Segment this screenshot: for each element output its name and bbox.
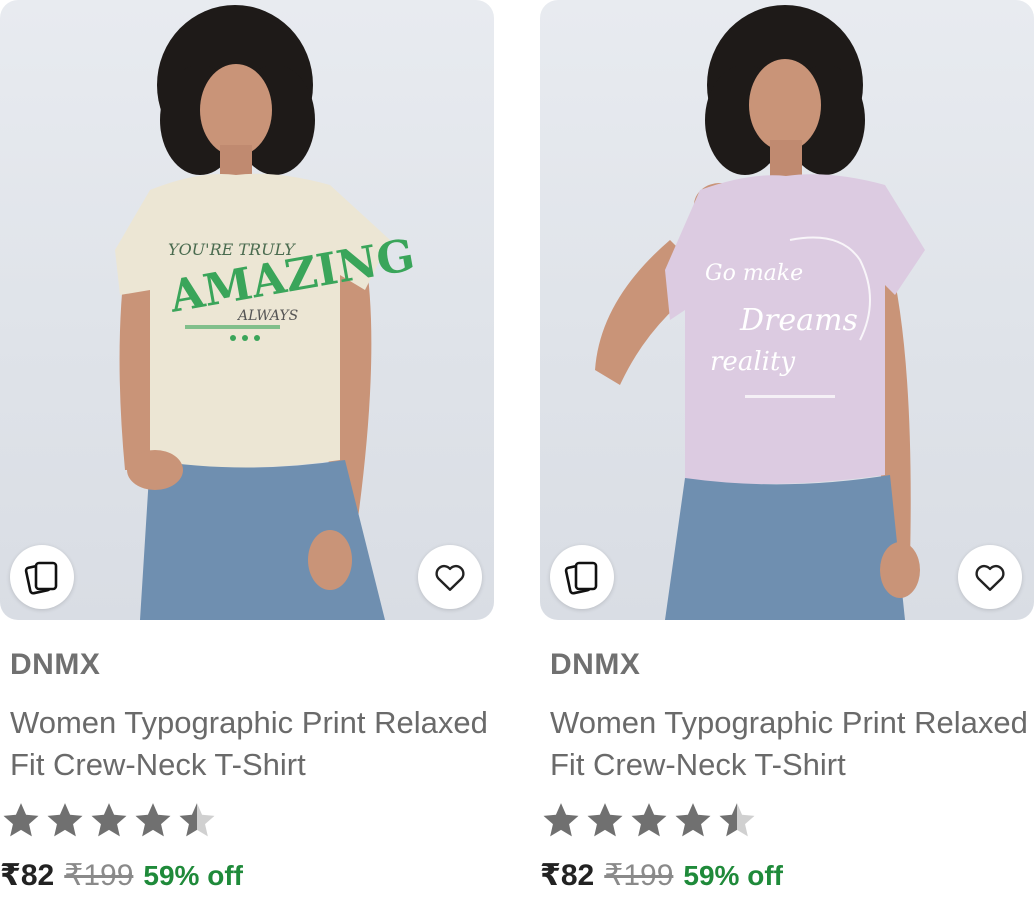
star-icon <box>543 803 579 837</box>
wishlist-button[interactable] <box>418 545 482 609</box>
similar-products-button[interactable] <box>550 545 614 609</box>
model-photo: YOU'RE TRULY AMAZING ALWAYS <box>115 5 418 620</box>
svg-text:Go make: Go make <box>705 261 803 286</box>
model-photo: Go make Dreams reality <box>595 5 925 620</box>
price-row: ₹82 ₹199 59% off <box>0 858 243 893</box>
svg-text:reality: reality <box>710 347 795 377</box>
selling-price: ₹82 <box>540 859 595 892</box>
star-icon <box>47 803 83 837</box>
product-image[interactable]: YOU'RE TRULY AMAZING ALWAYS <box>0 0 494 620</box>
original-price: ₹199 <box>64 859 134 892</box>
similar-products-button[interactable] <box>10 545 74 609</box>
selling-price: ₹82 <box>0 859 55 892</box>
product-image[interactable]: Go make Dreams reality <box>540 0 1034 620</box>
discount-label: 59% off <box>143 860 243 891</box>
product-card[interactable]: Go make Dreams reality DNMX Women Typogr… <box>540 0 1034 915</box>
discount-label: 59% off <box>683 860 783 891</box>
product-title[interactable]: Women Typographic Print Relaxed Fit Crew… <box>10 702 494 786</box>
wishlist-button[interactable] <box>958 545 1022 609</box>
star-icon <box>631 803 667 837</box>
price-row: ₹82 ₹199 59% off <box>540 858 783 893</box>
star-icon <box>3 803 39 837</box>
cards-icon <box>24 561 58 595</box>
rating-stars <box>540 800 758 842</box>
star-icon <box>135 803 171 837</box>
svg-text:ALWAYS: ALWAYS <box>236 308 298 324</box>
star-icon <box>587 803 623 837</box>
original-price: ₹199 <box>604 859 674 892</box>
svg-text:Dreams: Dreams <box>739 303 858 338</box>
star-icon <box>179 803 215 837</box>
cards-icon <box>564 561 598 595</box>
star-icon <box>675 803 711 837</box>
star-icon <box>91 803 127 837</box>
brand-name: DNMX <box>10 648 101 681</box>
star-icon <box>719 803 755 837</box>
heart-icon <box>435 564 465 591</box>
heart-icon <box>975 564 1005 591</box>
product-card[interactable]: YOU'RE TRULY AMAZING ALWAYS DNMX Women T… <box>0 0 494 915</box>
rating-stars <box>0 800 218 842</box>
product-title[interactable]: Women Typographic Print Relaxed Fit Crew… <box>550 702 1034 786</box>
brand-name: DNMX <box>550 648 641 681</box>
